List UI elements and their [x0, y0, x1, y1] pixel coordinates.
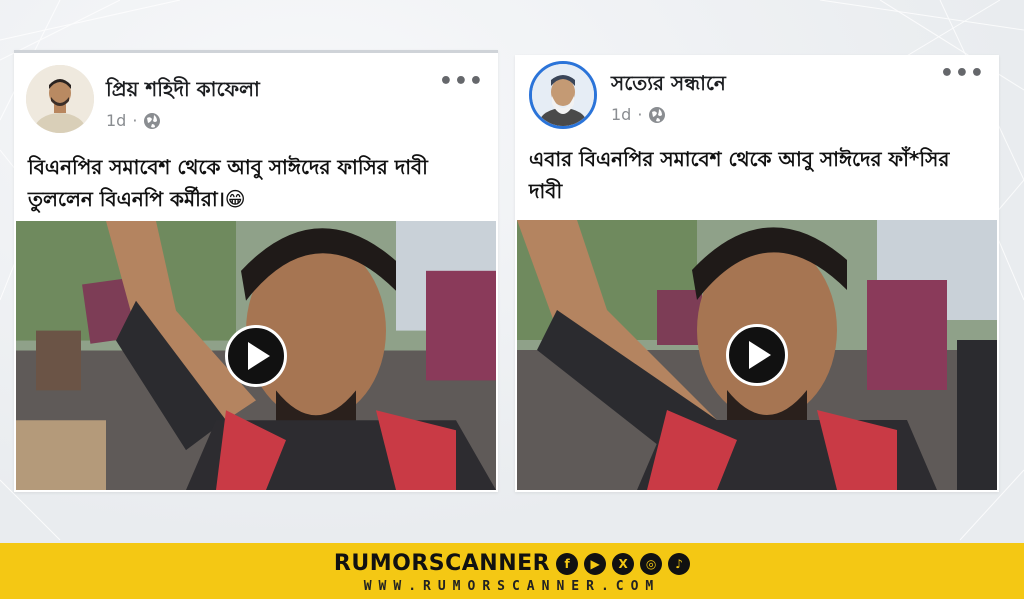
play-icon[interactable]: [225, 324, 287, 387]
video-thumbnail[interactable]: [16, 221, 496, 490]
profile-avatar[interactable]: [529, 61, 597, 129]
meta-separator: ·: [132, 111, 138, 130]
facebook-post-card: প্রিয় শহিদী কাফেলা 1d · ••• বিএনপির সমা…: [14, 50, 498, 492]
meta-separator: ·: [637, 105, 643, 124]
video-thumbnail[interactable]: [517, 220, 997, 490]
globe-icon: [649, 106, 666, 123]
brand-name: RUMORSCANNER: [333, 551, 551, 576]
facebook-post-card: সত্যের সন্ধানে 1d · ••• এবার বিএনপির সমা…: [515, 55, 999, 492]
youtube-icon[interactable]: ▶: [584, 552, 607, 575]
post-meta: 1d ·: [106, 111, 161, 130]
more-options-icon[interactable]: •••: [940, 63, 985, 85]
post-caption: বিএনপির সমাবেশ থেকে আবু সাঈদের ফাসির দাব…: [28, 155, 428, 211]
profile-avatar[interactable]: [26, 65, 94, 133]
post-header: সত্যের সন্ধানে 1d · •••: [515, 55, 999, 135]
play-icon[interactable]: [726, 324, 788, 386]
post-meta: 1d ·: [611, 105, 666, 124]
brand-row: RUMORSCANNER f ▶ X ◎ ♪: [0, 551, 1024, 576]
facebook-icon[interactable]: f: [556, 552, 579, 575]
website-url[interactable]: WWW.RUMORSCANNER.COM: [0, 579, 1024, 594]
tiktok-icon[interactable]: ♪: [668, 552, 691, 575]
post-header: প্রিয় শহিদী কাফেলা 1d · •••: [14, 53, 498, 133]
x-icon[interactable]: X: [612, 552, 635, 575]
post-time[interactable]: 1d: [106, 111, 126, 130]
instagram-icon[interactable]: ◎: [640, 552, 663, 575]
post-caption: এবার বিএনপির সমাবেশ থেকে আবু সাঈদের ফাঁ*…: [529, 147, 950, 203]
post-time[interactable]: 1d: [611, 105, 631, 124]
globe-icon: [144, 112, 161, 129]
page-name[interactable]: প্রিয় শহিদী কাফেলা: [106, 75, 260, 108]
page-name[interactable]: সত্যের সন্ধানে: [611, 69, 726, 102]
more-options-icon[interactable]: •••: [439, 71, 484, 93]
footer-banner: RUMORSCANNER f ▶ X ◎ ♪ WWW.RUMORSCANNER.…: [0, 543, 1024, 599]
